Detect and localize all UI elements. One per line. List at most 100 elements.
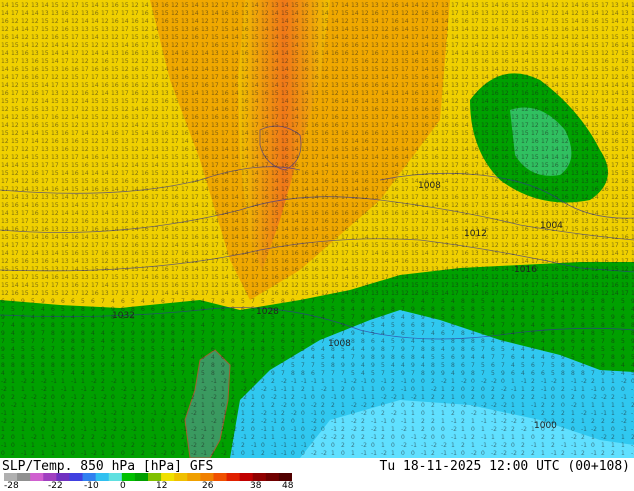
grid-value: 1 (291, 386, 295, 393)
grid-value: 12 (31, 18, 39, 25)
grid-value: 16 (271, 290, 279, 297)
grid-value: -1 (281, 442, 287, 449)
grid-value: 13 (251, 66, 259, 73)
grid-value: 14 (181, 66, 189, 73)
grid-value: 12 (541, 290, 549, 297)
grid-value: 6 (531, 370, 535, 377)
grid-value: 13 (601, 250, 609, 257)
grid-value: 16 (381, 194, 389, 201)
grid-value: 15 (411, 82, 419, 89)
grid-value: 14 (41, 2, 49, 9)
grid-value: 9 (141, 346, 145, 353)
grid-value: 8 (21, 362, 25, 369)
grid-value: 14 (441, 26, 449, 33)
grid-value: 16 (471, 50, 479, 57)
grid-value: 13 (531, 42, 539, 49)
grid-value: 14 (151, 154, 159, 161)
grid-value: -2 (311, 450, 317, 457)
grid-value: 6 (191, 338, 195, 345)
grid-value: 16 (481, 90, 489, 97)
grid-value: 4 (471, 330, 475, 337)
grid-value: 14 (381, 146, 389, 153)
grid-value: 14 (1, 242, 9, 249)
grid-value: 9 (121, 370, 125, 377)
grid-value: 12 (71, 90, 79, 97)
grid-value: 15 (1, 98, 9, 105)
grid-value: 16 (541, 98, 549, 105)
grid-value: 16 (291, 130, 299, 137)
grid-value: 15 (211, 274, 219, 281)
grid-value: -2 (281, 402, 287, 409)
grid-value: 14 (291, 154, 299, 161)
grid-value: 1 (241, 410, 245, 417)
grid-value: 1 (521, 386, 525, 393)
grid-value: 14 (51, 58, 59, 65)
grid-value: 17 (131, 98, 139, 105)
grid-value: 14 (221, 250, 229, 257)
grid-value: 15 (261, 282, 269, 289)
grid-value: 16 (231, 226, 239, 233)
grid-value: 13 (581, 258, 589, 265)
grid-value: 15 (381, 202, 389, 209)
grid-value: 16 (141, 10, 149, 17)
grid-value: 17 (151, 194, 159, 201)
grid-value: 14 (1, 122, 9, 129)
grid-value: 15 (1, 42, 9, 49)
grid-value: 17 (281, 114, 289, 121)
grid-value: 9 (521, 322, 525, 329)
grid-value: -2 (201, 386, 207, 393)
grid-value: 14 (391, 258, 399, 265)
grid-value: 13 (41, 154, 49, 161)
grid-value: 14 (81, 234, 89, 241)
grid-value: 12 (91, 90, 99, 97)
grid-value: 2 (261, 378, 265, 385)
grid-value: 13 (271, 138, 279, 145)
grid-value: 8 (531, 314, 535, 321)
grid-value: 5 (501, 346, 505, 353)
grid-value: 6 (371, 338, 375, 345)
grid-value: 15 (211, 130, 219, 137)
grid-value: 14 (461, 122, 469, 129)
grid-value: 13 (1, 58, 9, 65)
grid-value: 12 (71, 10, 79, 17)
grid-value: 17 (281, 186, 289, 193)
grid-value: 6 (171, 314, 175, 321)
grid-value: 6 (41, 354, 45, 361)
grid-value: 5 (611, 370, 615, 377)
grid-value: -2 (101, 394, 107, 401)
grid-value: 5 (321, 298, 325, 305)
grid-value: 17 (581, 186, 589, 193)
grid-value: 13 (511, 154, 519, 161)
grid-value: 15 (241, 290, 249, 297)
grid-value: 15 (311, 106, 319, 113)
grid-value: 8 (551, 306, 555, 313)
grid-value: 15 (1, 282, 9, 289)
grid-value: 9 (601, 370, 605, 377)
grid-value: 16 (101, 226, 109, 233)
grid-value: 12 (321, 82, 329, 89)
grid-value: 17 (101, 202, 109, 209)
grid-value: 14 (341, 26, 349, 33)
grid-value: 13 (511, 42, 519, 49)
grid-value: 13 (251, 26, 259, 33)
grid-value: 12 (101, 42, 109, 49)
grid-value: 6 (401, 330, 405, 337)
grid-value: 15 (581, 50, 589, 57)
grid-value: 16 (221, 202, 229, 209)
grid-value: 15 (321, 138, 329, 145)
grid-value: 12 (331, 90, 339, 97)
grid-value: 16 (491, 154, 499, 161)
grid-value: 13 (471, 34, 479, 41)
grid-value: 15 (251, 130, 259, 137)
grid-value: 0 (121, 450, 125, 457)
grid-value: 12 (121, 218, 129, 225)
grid-value: 7 (181, 354, 185, 361)
grid-value: 13 (141, 242, 149, 249)
grid-value: -1 (371, 434, 377, 441)
grid-value: 5 (281, 346, 285, 353)
grid-value: 13 (361, 106, 369, 113)
grid-value: 13 (101, 74, 109, 81)
grid-value: 17 (501, 106, 509, 113)
grid-value: 14 (421, 250, 429, 257)
grid-value: 4 (11, 330, 15, 337)
